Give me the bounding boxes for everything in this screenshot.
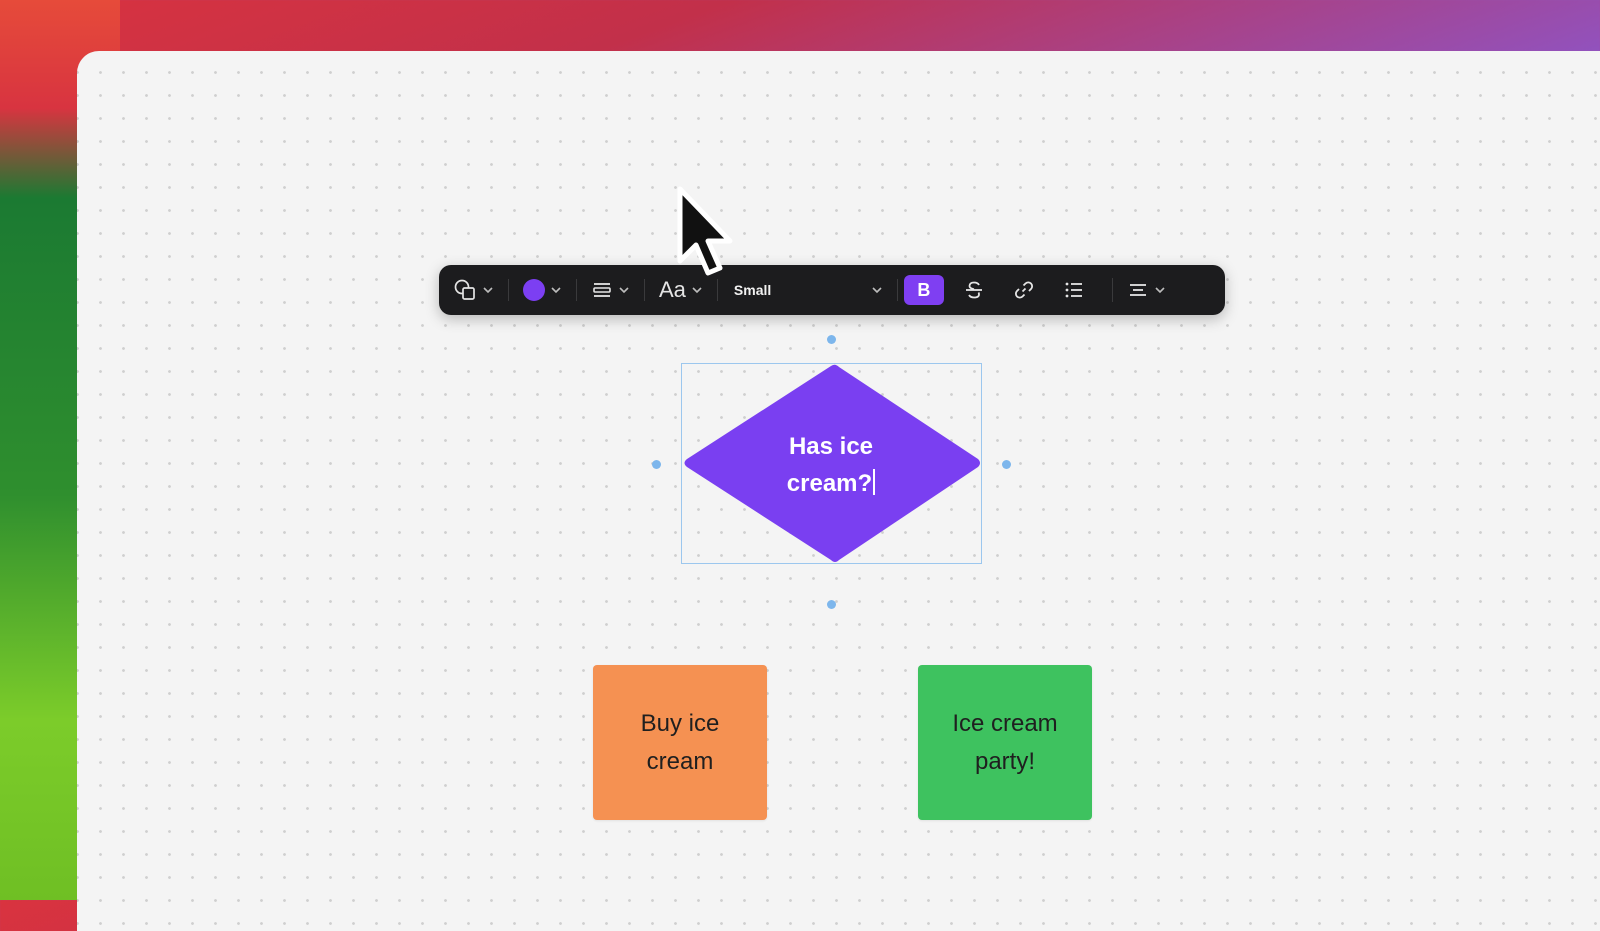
sticky-ice-cream-party[interactable]: Ice cream party! bbox=[918, 665, 1092, 820]
chevron-down-icon bbox=[619, 287, 629, 294]
chevron-down-icon bbox=[692, 287, 702, 294]
shape-picker[interactable] bbox=[439, 265, 509, 315]
bulleted-list-icon bbox=[1065, 282, 1082, 298]
connector-handle-top[interactable] bbox=[827, 335, 836, 344]
color-swatch bbox=[523, 279, 545, 301]
line-style-icon bbox=[593, 283, 611, 297]
chevron-down-icon bbox=[1155, 287, 1165, 294]
align-center-icon bbox=[1129, 284, 1146, 296]
connector-handle-bottom[interactable] bbox=[827, 600, 836, 609]
format-toolbar: Aa Small B bbox=[439, 265, 1225, 315]
font-size-select[interactable]: Small bbox=[718, 265, 898, 315]
text-align-picker[interactable] bbox=[1111, 278, 1181, 302]
strikethrough-icon bbox=[965, 281, 982, 299]
strikethrough-button[interactable] bbox=[954, 273, 994, 307]
link-button[interactable] bbox=[1004, 273, 1044, 307]
sticky-text-line-2: cream bbox=[646, 747, 714, 775]
fill-color-picker[interactable] bbox=[509, 265, 577, 315]
sticky-text-line-1: Buy ice bbox=[640, 709, 720, 737]
line-style-picker[interactable] bbox=[577, 265, 645, 315]
selection-box bbox=[681, 363, 982, 564]
shapes-icon bbox=[454, 279, 475, 300]
connector-handle-right[interactable] bbox=[1002, 460, 1011, 469]
link-icon bbox=[1014, 281, 1033, 299]
chevron-down-icon bbox=[551, 287, 561, 294]
sticky-text-line-2: party! bbox=[974, 747, 1036, 775]
chevron-down-icon bbox=[483, 287, 493, 294]
mouse-pointer-icon bbox=[677, 186, 733, 276]
connector-handle-left[interactable] bbox=[652, 460, 661, 469]
sticky-buy-ice-cream[interactable]: Buy ice cream bbox=[593, 665, 767, 820]
chevron-down-icon bbox=[872, 287, 882, 294]
sticky-text-line-1: Ice cream bbox=[952, 709, 1058, 737]
bulleted-list-button[interactable] bbox=[1054, 273, 1094, 307]
bold-button[interactable]: B bbox=[903, 275, 944, 305]
